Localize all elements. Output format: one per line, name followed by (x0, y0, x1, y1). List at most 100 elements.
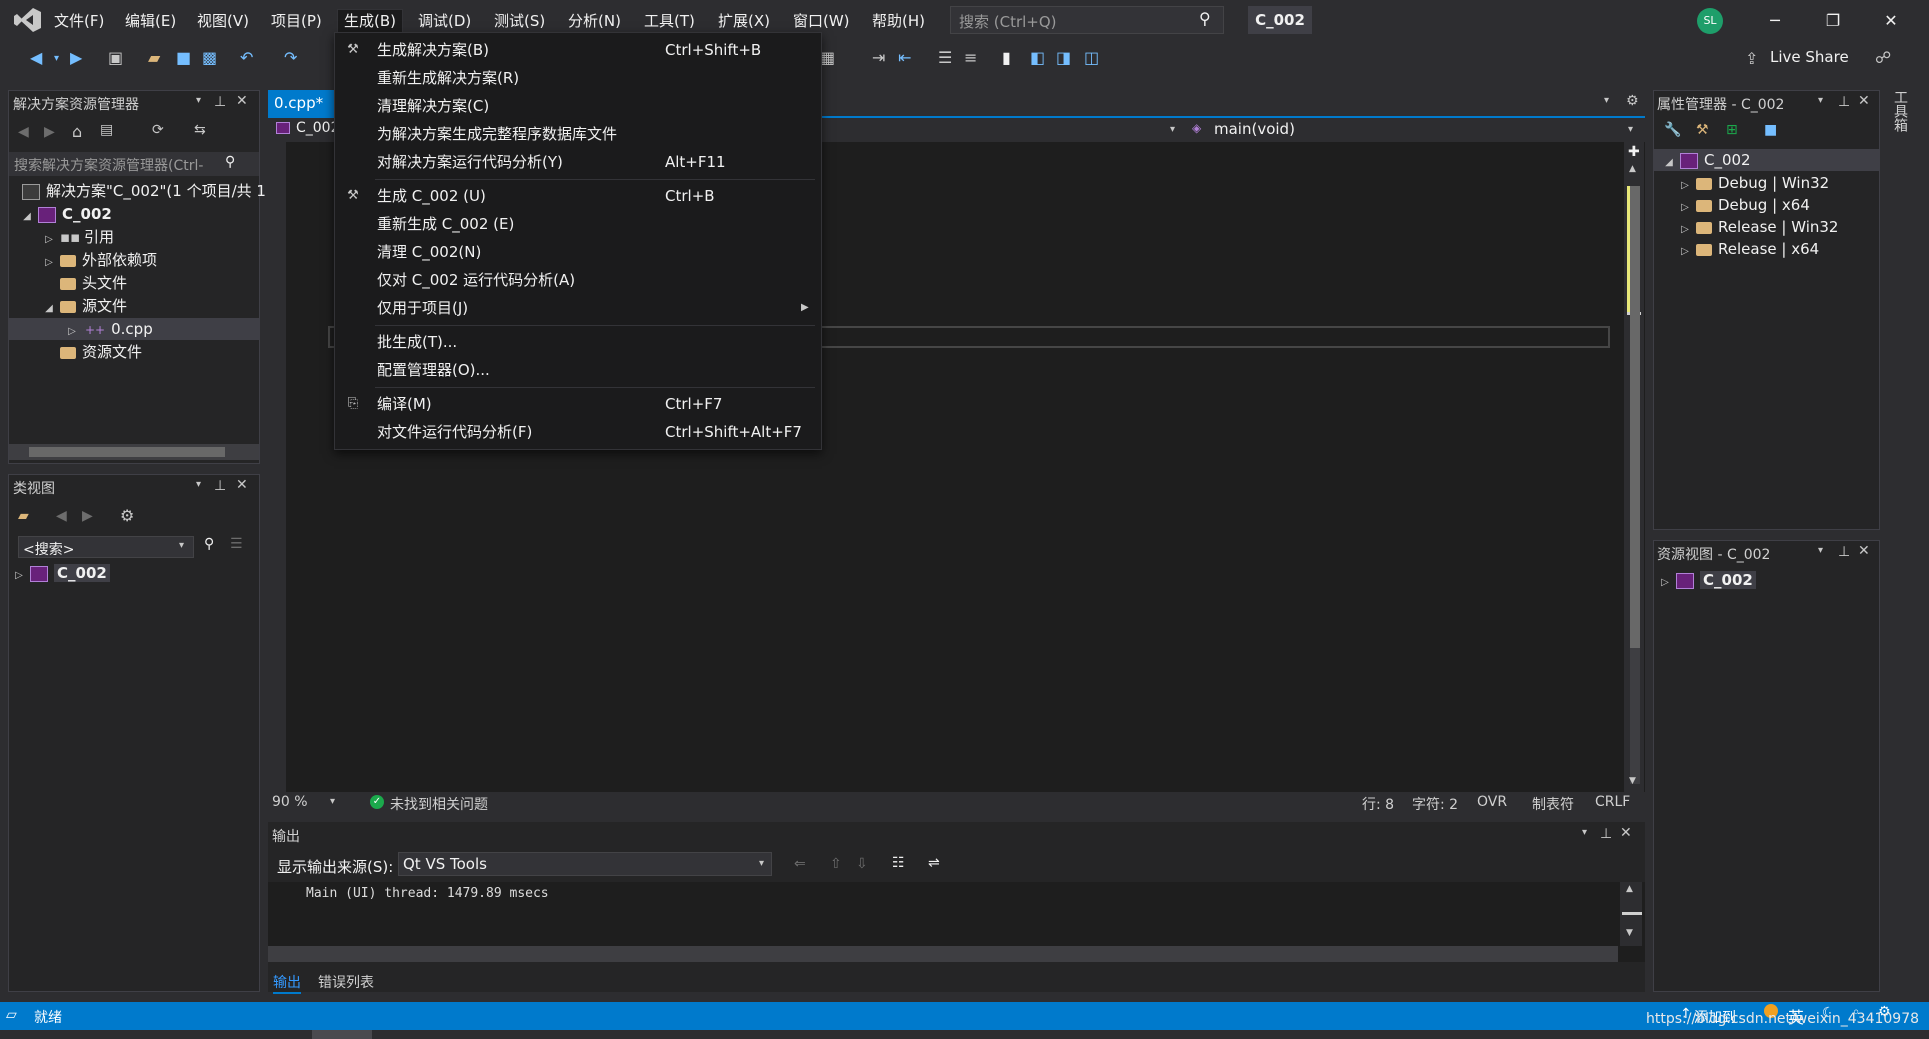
feedback-icon[interactable]: ☍ (1875, 48, 1891, 67)
output-vertical-scrollbar[interactable]: ▲ ▼ (1620, 882, 1642, 946)
output-source-select[interactable]: Qt VS Tools ▾ (398, 852, 772, 876)
breakpoint-margin[interactable] (268, 142, 286, 792)
chevron-down-icon[interactable]: ▾ (196, 95, 201, 106)
scroll-down-icon[interactable]: ▼ (1626, 928, 1633, 938)
collapse-arrow-icon[interactable]: ◢ (1662, 152, 1676, 174)
pin-icon[interactable]: ⊥ (1838, 544, 1850, 560)
editor-tab-active[interactable]: 0.cpp* (268, 90, 334, 116)
scroll-up-icon[interactable]: ▲ (1626, 884, 1633, 894)
chevron-down-icon[interactable]: ▾ (1582, 827, 1587, 838)
cpp-file-node[interactable]: ▷ ++ 0.cpp (9, 318, 259, 340)
menu-item-run-project-analysis[interactable]: 仅对 C_002 运行代码分析(A) (335, 267, 821, 293)
menu-item-batch-build[interactable]: 批生成(T)... (335, 329, 821, 355)
close-icon[interactable]: ✕ (1876, 8, 1906, 34)
property-project-node[interactable]: ◢ C_002 (1654, 149, 1879, 171)
close-panel-icon[interactable]: ✕ (236, 93, 248, 109)
chevron-down-icon[interactable]: ▾ (54, 53, 59, 64)
toggle-breakpoint-icon[interactable]: ▦ (820, 48, 835, 67)
split-icon[interactable]: ✚ (1628, 144, 1640, 160)
indent-icon[interactable]: ⇥ (872, 48, 885, 67)
scrollbar-thumb[interactable] (29, 447, 225, 457)
settings-list-icon[interactable]: ☰ (230, 536, 243, 552)
project-node[interactable]: ◢ C_002 (20, 203, 112, 225)
minimize-icon[interactable]: ─ (1760, 8, 1790, 34)
save-icon[interactable]: ■ (176, 48, 191, 67)
scroll-down-icon[interactable]: ▼ (1629, 776, 1636, 786)
forward-icon[interactable]: ▶ (44, 124, 55, 140)
undo-icon[interactable]: ↶ (240, 48, 253, 67)
menu-test[interactable]: 测试(S) (488, 10, 551, 32)
new-folder-icon[interactable]: ▰ (18, 508, 29, 524)
chevron-down-icon[interactable]: ▾ (196, 479, 201, 490)
menu-build[interactable]: 生成(B) (337, 9, 403, 33)
close-panel-icon[interactable]: ✕ (1620, 825, 1632, 841)
prev-message-icon[interactable]: ⇧ (830, 856, 842, 872)
save-all-icon[interactable]: ▩ (202, 48, 217, 67)
back-icon[interactable]: ◀ (18, 124, 29, 140)
forward-icon[interactable]: ▶ (82, 508, 93, 524)
menu-extensions[interactable]: 扩展(X) (712, 10, 776, 32)
back-icon[interactable]: ◀ (30, 48, 42, 67)
notification-icon[interactable]: ▱ (6, 1007, 17, 1023)
menu-item-rebuild-project[interactable]: 重新生成 C_002 (E) (335, 211, 821, 237)
pin-icon[interactable]: ⊥ (214, 478, 226, 494)
menu-item-run-solution-analysis[interactable]: 对解决方案运行代码分析(Y) Alt+F11 (335, 149, 821, 175)
menu-item-configuration-manager[interactable]: 配置管理器(O)... (335, 357, 821, 383)
outdent-icon[interactable]: ⇤ (898, 48, 911, 67)
pin-icon[interactable]: ⊥ (214, 94, 226, 110)
back-icon[interactable]: ◀ (56, 508, 67, 524)
add-property-sheet-icon[interactable]: ⚒ (1696, 122, 1709, 138)
resource-project-node[interactable]: ▷ C_002 (1658, 569, 1756, 591)
expand-arrow-icon[interactable]: ▷ (12, 565, 26, 587)
vertical-scrollbar[interactable]: ✚ ▲ ▼ (1624, 142, 1644, 792)
zoom-level[interactable]: 90 % (272, 794, 308, 810)
tab-output[interactable]: 输出 (273, 972, 301, 994)
collapse-arrow-icon[interactable]: ◢ (42, 298, 56, 320)
chevron-down-icon[interactable]: ▾ (179, 540, 184, 551)
find-message-icon[interactable]: ⇐ (794, 856, 806, 872)
wrench-icon[interactable]: 🔧 (1664, 122, 1681, 138)
search-icon[interactable]: ⚲ (204, 536, 214, 552)
chevron-down-icon[interactable]: ▾ (1604, 95, 1609, 106)
bookmark-icon[interactable]: ▮ (1002, 48, 1011, 67)
comment-icon[interactable]: ☰ (938, 48, 952, 67)
menu-edit[interactable]: 编辑(E) (119, 10, 182, 32)
references-node[interactable]: ▷ ▪▪ 引用 (42, 226, 114, 248)
close-panel-icon[interactable]: ✕ (1858, 93, 1870, 109)
quick-search-input[interactable]: 搜索 (Ctrl+Q) ⚲ (950, 6, 1224, 34)
menu-item-project-only[interactable]: 仅用于项目(J) ▶ (335, 295, 821, 321)
menu-item-build-solution[interactable]: ⚒ 生成解决方案(B) Ctrl+Shift+B (335, 37, 821, 63)
menu-item-clean-solution[interactable]: 清理解决方案(C) (335, 93, 821, 119)
config-node-debug-win32[interactable]: ▷ Debug | Win32 (1678, 172, 1829, 194)
header-files-node[interactable]: 头文件 (56, 272, 127, 294)
pin-icon[interactable]: ⊥ (1600, 826, 1612, 842)
menu-view[interactable]: 视图(V) (191, 10, 255, 32)
uncomment-icon[interactable]: ≡ (964, 48, 977, 67)
prev-bookmark-icon[interactable]: ◧ (1030, 48, 1045, 67)
scrollbar-thumb[interactable] (1622, 912, 1642, 915)
menu-window[interactable]: 窗口(W) (787, 10, 856, 32)
chevron-down-icon[interactable]: ▾ (1818, 545, 1823, 556)
issues-status[interactable]: 未找到相关问题 (390, 794, 488, 814)
word-wrap-icon[interactable]: ⇌ (928, 855, 940, 871)
expand-arrow-icon[interactable]: ▷ (65, 321, 79, 343)
horizontal-scrollbar[interactable] (9, 444, 259, 460)
tab-error-list[interactable]: 错误列表 (318, 972, 374, 992)
menu-file[interactable]: 文件(F) (48, 10, 110, 32)
next-bookmark-icon[interactable]: ◨ (1056, 48, 1071, 67)
solution-node[interactable]: 解决方案"C_002"(1 个项目/共 1 (18, 180, 266, 202)
forward-icon[interactable]: ▶ (70, 48, 82, 67)
chevron-down-icon[interactable]: ▾ (1628, 124, 1633, 135)
toolbox-side-tab[interactable]: 工具箱 (1888, 90, 1910, 150)
line-ending[interactable]: CRLF (1595, 794, 1630, 810)
pin-icon[interactable]: ⊥ (1838, 94, 1850, 110)
chevron-down-icon[interactable]: ▾ (759, 858, 764, 869)
expand-arrow-icon[interactable]: ▷ (1658, 572, 1672, 594)
menu-analyze[interactable]: 分析(N) (562, 10, 627, 32)
menu-item-run-file-analysis[interactable]: 对文件运行代码分析(F) Ctrl+Shift+Alt+F7 (335, 419, 821, 445)
switch-views-icon[interactable]: ▤ (100, 122, 113, 138)
class-view-project-node[interactable]: ▷ C_002 (12, 562, 110, 584)
config-node-release-win32[interactable]: ▷ Release | Win32 (1678, 216, 1838, 238)
next-message-icon[interactable]: ⇩ (856, 856, 868, 872)
menu-item-compile[interactable]: ⎘ 编译(M) Ctrl+F7 (335, 391, 821, 417)
